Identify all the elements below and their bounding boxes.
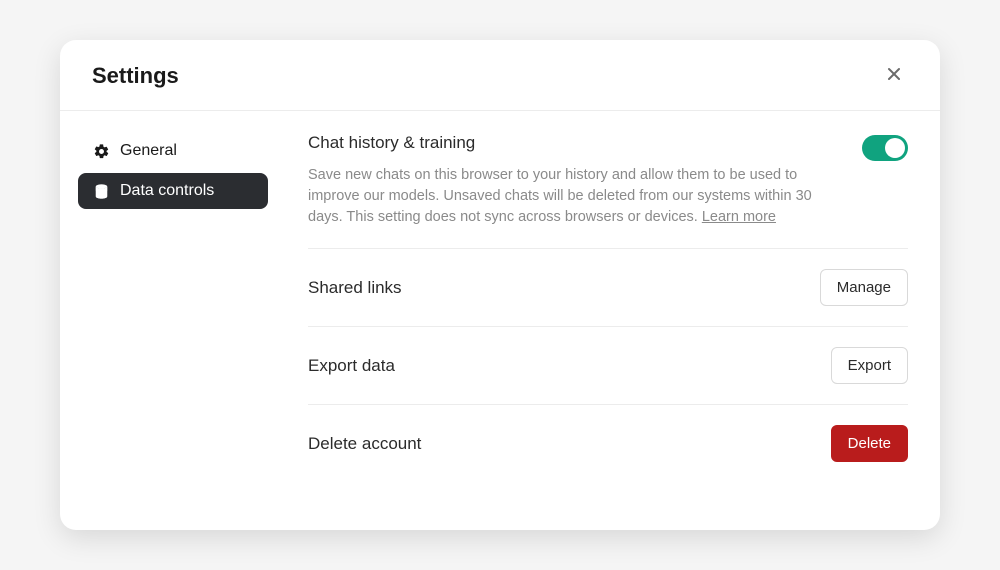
manage-button[interactable]: Manage <box>820 269 908 306</box>
toggle-knob <box>885 138 905 158</box>
section-title: Export data <box>308 356 395 376</box>
gear-icon <box>92 142 110 160</box>
section-title: Delete account <box>308 434 421 454</box>
section-export-data: Export data Export <box>308 327 908 405</box>
delete-button[interactable]: Delete <box>831 425 908 462</box>
settings-content: Chat history & training Save new chats o… <box>268 133 908 530</box>
modal-header: Settings <box>60 40 940 111</box>
database-icon <box>92 182 110 200</box>
section-chat-history: Chat history & training Save new chats o… <box>308 133 908 249</box>
learn-more-link[interactable]: Learn more <box>702 209 776 225</box>
section-delete-account: Delete account Delete <box>308 405 908 482</box>
close-button[interactable] <box>880 62 908 90</box>
sidebar-item-general[interactable]: General <box>78 133 268 169</box>
section-shared-links: Shared links Manage <box>308 249 908 327</box>
chat-history-toggle[interactable] <box>862 135 908 161</box>
close-icon <box>886 66 902 87</box>
section-description: Save new chats on this browser to your h… <box>308 165 842 228</box>
section-title: Chat history & training <box>308 133 842 153</box>
settings-sidebar: General Data controls <box>78 133 268 530</box>
modal-title: Settings <box>92 63 179 89</box>
settings-modal: Settings General Data controls <box>60 40 940 530</box>
section-left: Chat history & training Save new chats o… <box>308 133 862 228</box>
section-title: Shared links <box>308 278 402 298</box>
sidebar-item-data-controls[interactable]: Data controls <box>78 173 268 209</box>
modal-body: General Data controls Chat history & tra… <box>60 111 940 530</box>
sidebar-item-label: General <box>120 142 177 160</box>
sidebar-item-label: Data controls <box>120 182 214 200</box>
export-button[interactable]: Export <box>831 347 908 384</box>
